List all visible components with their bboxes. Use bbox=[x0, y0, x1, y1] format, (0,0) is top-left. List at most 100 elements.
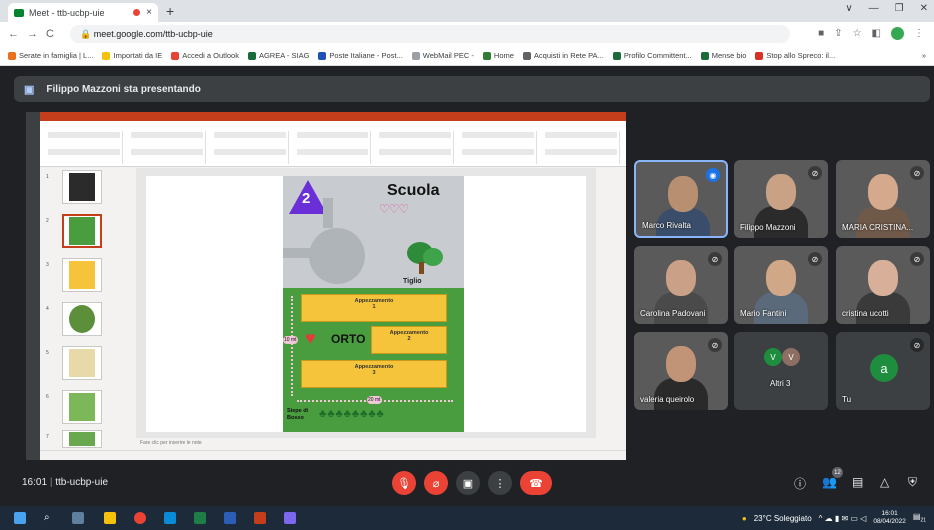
slide-thumbnail[interactable] bbox=[62, 258, 102, 292]
bookmark-item[interactable]: Acquisti in Rete PA... bbox=[522, 51, 604, 60]
participant-name: valeria queirolo bbox=[640, 395, 695, 404]
participant-tile[interactable]: ⊘ MARIA CRISTINA... bbox=[836, 160, 930, 238]
slide-thumbnail[interactable] bbox=[62, 302, 102, 336]
garden-poster: 2 Scuola ♡♡♡ Tiglio Appezzamento 1 Appez… bbox=[283, 176, 464, 432]
bookmark-item[interactable]: Poste Italiane - Post... bbox=[318, 51, 403, 60]
bookmark-icon bbox=[102, 51, 111, 60]
hearts-icon: ♡♡♡ bbox=[379, 202, 409, 216]
path-arrow bbox=[323, 198, 333, 228]
ppt-menu-bar bbox=[40, 121, 626, 129]
present-button[interactable]: ▣ bbox=[456, 471, 480, 495]
bookmark-label: Serate in famiglia | L... bbox=[19, 51, 94, 60]
bookmark-item[interactable]: Importati da IE bbox=[102, 51, 162, 60]
edge-icon[interactable] bbox=[164, 512, 176, 524]
hedge-label: Siepe di Bosso bbox=[287, 408, 309, 421]
dimension-line bbox=[291, 296, 295, 396]
notifications-icon[interactable]: ▤21 bbox=[913, 512, 926, 524]
self-tile[interactable]: a ⊘ Tu bbox=[836, 332, 930, 410]
tab-search-icon[interactable]: ∨ bbox=[845, 3, 852, 14]
taskbar-clock[interactable]: 16:01 08/04/2022 bbox=[873, 510, 906, 526]
bookmark-item[interactable]: Serate in famiglia | L... bbox=[8, 51, 93, 60]
start-icon[interactable] bbox=[14, 512, 26, 524]
slide-number-label: 2 bbox=[302, 190, 311, 207]
maximize-button[interactable]: ❐ bbox=[895, 3, 904, 14]
tab-close-icon[interactable]: × bbox=[146, 7, 152, 18]
bookmark-label: Importati da IE bbox=[113, 51, 163, 60]
reload-button[interactable]: C bbox=[46, 28, 54, 40]
bookmark-item[interactable]: Accedi a Outlook bbox=[171, 51, 239, 60]
self-avatar: a bbox=[870, 354, 898, 382]
participant-tile[interactable]: ⊘ valeria queirolo bbox=[634, 332, 728, 410]
microphone-off-button[interactable]: 🎙 bbox=[392, 471, 416, 495]
sidebar-icon[interactable]: ◧ bbox=[872, 28, 881, 39]
avatar: V bbox=[782, 348, 800, 366]
share-icon[interactable]: ⇪ bbox=[834, 28, 842, 39]
slide-thumbnail[interactable] bbox=[62, 390, 102, 424]
host-controls-icon[interactable]: ⛨ bbox=[908, 475, 917, 490]
file-explorer-icon[interactable] bbox=[104, 512, 116, 524]
bookmark-item[interactable]: AGREA - SIAG bbox=[247, 51, 309, 60]
end-call-button[interactable]: ☎ bbox=[520, 471, 552, 495]
forward-button[interactable]: → bbox=[27, 28, 38, 40]
back-button[interactable]: ← bbox=[8, 28, 19, 40]
star-icon[interactable]: ☆ bbox=[853, 28, 862, 39]
participant-tile[interactable]: ⊘ Filippo Mazzoni bbox=[734, 160, 828, 238]
address-bar-row: ← → C 🔒 meet.google.com/ttb-ucbp-uie ■ ⇪… bbox=[0, 22, 934, 46]
new-tab-button[interactable]: + bbox=[166, 3, 174, 19]
powerpoint-icon[interactable] bbox=[254, 512, 266, 524]
task-view-icon[interactable] bbox=[72, 512, 84, 524]
side-dimension-label: 10 mt bbox=[283, 336, 298, 344]
url-bar-icons: ■ ⇪ ☆ ◧ ⋮ bbox=[818, 27, 924, 40]
menu-dots-icon[interactable]: ⋮ bbox=[914, 28, 924, 39]
teams-icon[interactable] bbox=[284, 512, 296, 524]
more-options-button[interactable]: ⋮ bbox=[488, 471, 512, 495]
slide-thumbnail[interactable] bbox=[62, 430, 102, 448]
activities-icon[interactable]: △ bbox=[880, 475, 889, 489]
mic-muted-icon: ⊘ bbox=[808, 166, 822, 180]
chrome-icon[interactable] bbox=[134, 512, 146, 524]
word-icon[interactable] bbox=[224, 512, 236, 524]
weather-text[interactable]: 23°C Soleggiato bbox=[754, 514, 812, 523]
chat-icon[interactable]: ▤ bbox=[852, 475, 863, 489]
shared-screen[interactable]: 1 2 3 4 5 6 7 2 Scuola ♡♡♡ Tiglio Appezz… bbox=[26, 112, 626, 460]
camera-off-button[interactable]: ⌀ bbox=[424, 471, 448, 495]
participant-video bbox=[868, 260, 898, 296]
screen: Meet - ttb-ucbp-uie × + ∨ — ❐ ✕ ← → C 🔒 … bbox=[0, 0, 934, 530]
bookmark-item[interactable]: Stop allo Spreco: il... bbox=[755, 51, 835, 60]
others-tile[interactable]: V V Altri 3 bbox=[734, 332, 828, 410]
system-tray: ● 23°C Soleggiato ^ ☁ ▮ ✉ ▭ ◁ 16:01 08/0… bbox=[742, 510, 926, 526]
bookmarks-overflow-icon[interactable]: » bbox=[922, 51, 926, 60]
search-icon[interactable]: ⌕ bbox=[44, 512, 56, 524]
camera-icon[interactable]: ■ bbox=[818, 28, 824, 39]
minimize-button[interactable]: — bbox=[869, 3, 879, 14]
present-screen-icon: ▣ bbox=[24, 83, 35, 96]
meeting-details-icon[interactable]: ⓘ bbox=[794, 475, 806, 492]
bookmark-item[interactable]: Profilo Committent... bbox=[612, 51, 692, 60]
thumb-number: 7 bbox=[46, 434, 49, 440]
lock-icon: 🔒 bbox=[80, 29, 94, 39]
participant-tile[interactable]: ⊘ cristina ucotti bbox=[836, 246, 930, 324]
slide-thumbnail-selected[interactable] bbox=[62, 214, 102, 248]
tray-icons[interactable]: ^ ☁ ▮ ✉ ▭ ◁ bbox=[819, 514, 867, 523]
slide-thumbnail[interactable] bbox=[62, 170, 102, 204]
bookmark-item[interactable]: WebMail PEC - bbox=[411, 51, 474, 60]
url-input[interactable]: 🔒 meet.google.com/ttb-ucbp-uie bbox=[70, 25, 790, 43]
thumb-number: 1 bbox=[46, 174, 49, 180]
close-window-button[interactable]: ✕ bbox=[920, 3, 928, 14]
browser-tab-meet[interactable]: Meet - ttb-ucbp-uie × bbox=[8, 3, 158, 22]
excel-icon[interactable] bbox=[194, 512, 206, 524]
meet-controls: 16:01 | ttb-ucbp-uie 🎙 ⌀ ▣ ⋮ ☎ ⓘ 👥 12 ▤ … bbox=[0, 465, 934, 501]
slide-thumbnail[interactable] bbox=[62, 346, 102, 380]
ribbon-group bbox=[212, 131, 289, 164]
participant-name: Marco Rivalta bbox=[642, 221, 691, 230]
bookmark-icon bbox=[700, 51, 709, 60]
bookmark-item[interactable]: Home bbox=[482, 51, 514, 60]
notes-pane[interactable]: Fare clic per inserire le note bbox=[136, 438, 596, 448]
participant-tile[interactable]: ⊘ Carolina Padovani bbox=[634, 246, 728, 324]
bookmark-icon bbox=[171, 51, 180, 60]
bookmark-item[interactable]: Mense bio bbox=[700, 51, 746, 60]
participant-video bbox=[868, 174, 898, 210]
participant-tile[interactable]: ⊘ Mario Fantini bbox=[734, 246, 828, 324]
profile-avatar[interactable] bbox=[891, 27, 904, 40]
participant-tile[interactable]: ◉ Marco Rivalta bbox=[634, 160, 728, 238]
